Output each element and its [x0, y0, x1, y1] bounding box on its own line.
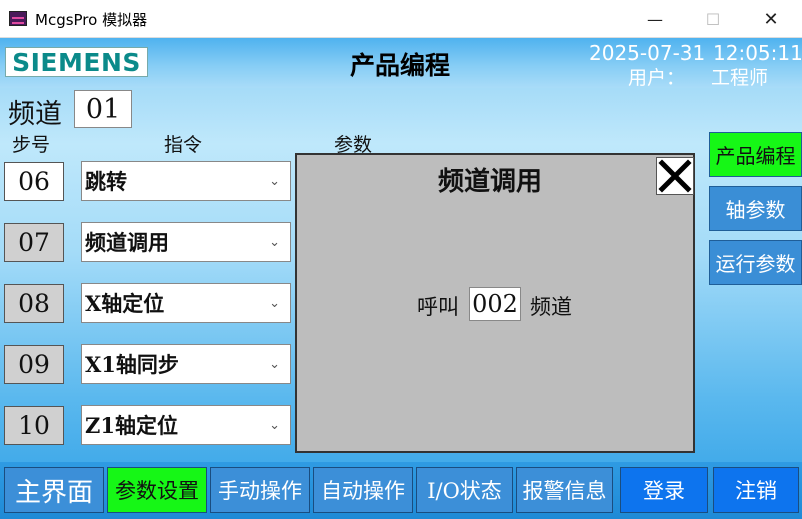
- command-select-value: 频道调用: [85, 230, 169, 255]
- dialog-close-button[interactable]: [656, 157, 694, 195]
- bottom-nav: 主界面 参数设置 手动操作 自动操作 I/O状态 报警信息 登录 注销: [0, 462, 802, 519]
- step-number-input[interactable]: 10: [4, 406, 64, 445]
- page-title: 产品编程: [350, 51, 451, 80]
- manual-op-button[interactable]: 手动操作: [210, 467, 310, 513]
- command-select-value: X1轴同步: [85, 352, 179, 377]
- window-titlebar: McgsPro 模拟器 — ☐ ✕: [0, 0, 802, 38]
- step-column-header: 步号: [12, 134, 51, 156]
- command-select[interactable]: 频道调用 ⌄: [81, 222, 291, 262]
- step-number-input[interactable]: 08: [4, 284, 64, 323]
- chevron-down-icon: ⌄: [269, 235, 280, 250]
- axis-params-button[interactable]: 轴参数: [709, 186, 802, 231]
- user-name: 工程师: [711, 67, 769, 89]
- window-close-button[interactable]: ✕: [748, 0, 794, 38]
- header-bar: SIEMENS 产品编程 2025-07-31 12:05:11 用户： 工程师: [0, 38, 802, 89]
- logout-button[interactable]: 注销: [713, 467, 799, 513]
- close-icon: [658, 159, 692, 193]
- login-button[interactable]: 登录: [620, 467, 708, 513]
- step-number-input[interactable]: 06: [4, 162, 64, 201]
- chevron-down-icon: ⌄: [269, 296, 280, 311]
- siemens-logo: SIEMENS: [5, 47, 148, 77]
- chevron-down-icon: ⌄: [269, 357, 280, 372]
- io-status-button[interactable]: I/O状态: [416, 467, 513, 513]
- command-column-header: 指令: [164, 134, 203, 156]
- command-select-value: Z1轴定位: [85, 413, 178, 438]
- command-select[interactable]: X轴定位 ⌄: [81, 283, 291, 323]
- command-select-value: 跳转: [85, 169, 127, 194]
- channel-label: 频道: [8, 99, 62, 130]
- hmi-screen: SIEMENS 产品编程 2025-07-31 12:05:11 用户： 工程师…: [0, 38, 802, 519]
- maximize-button[interactable]: ☐: [690, 0, 736, 38]
- date-display: 2025-07-31: [589, 41, 706, 65]
- dialog-title: 频道调用: [438, 167, 543, 197]
- step-number-input[interactable]: 09: [4, 345, 64, 384]
- main-screen-button[interactable]: 主界面: [4, 467, 104, 513]
- call-label: 呼叫: [417, 295, 459, 319]
- channel-input[interactable]: 01: [74, 90, 132, 128]
- window-title: McgsPro 模拟器: [35, 11, 148, 29]
- minimize-button[interactable]: —: [632, 0, 678, 38]
- param-settings-button[interactable]: 参数设置: [107, 467, 207, 513]
- chevron-down-icon: ⌄: [269, 174, 280, 189]
- chevron-down-icon: ⌄: [269, 418, 280, 433]
- step-number-input[interactable]: 07: [4, 223, 64, 262]
- command-select-value: X轴定位: [85, 291, 165, 316]
- channel-call-dialog: 频道调用 呼叫 002 频道: [295, 153, 695, 453]
- time-display: 12:05:11: [713, 41, 802, 65]
- user-label: 用户：: [628, 67, 686, 89]
- product-program-button[interactable]: 产品编程: [709, 132, 802, 177]
- auto-op-button[interactable]: 自动操作: [313, 467, 413, 513]
- app-icon: [9, 11, 27, 26]
- alarm-info-button[interactable]: 报警信息: [516, 467, 613, 513]
- command-select[interactable]: 跳转 ⌄: [81, 161, 291, 201]
- run-params-button[interactable]: 运行参数: [709, 240, 802, 285]
- command-select[interactable]: X1轴同步 ⌄: [81, 344, 291, 384]
- channel-unit-label: 频道: [530, 295, 572, 319]
- command-select[interactable]: Z1轴定位 ⌄: [81, 405, 291, 445]
- call-channel-input[interactable]: 002: [469, 287, 521, 321]
